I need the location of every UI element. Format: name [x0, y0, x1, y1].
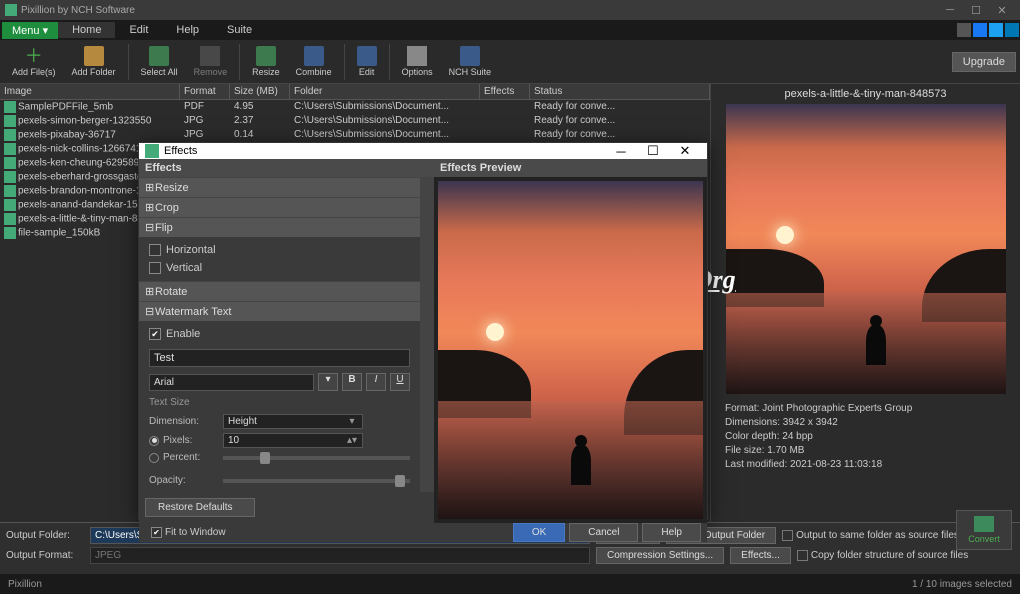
- col-size[interactable]: Size (MB): [230, 84, 290, 99]
- linkedin-icon[interactable]: [1005, 23, 1019, 37]
- pixels-radio[interactable]: [149, 436, 159, 446]
- status-selection: 1 / 10 images selected: [912, 579, 1012, 590]
- col-status[interactable]: Status: [530, 84, 710, 99]
- menu-button[interactable]: Menu ▾: [2, 22, 58, 39]
- compression-settings-button[interactable]: Compression Settings...: [596, 547, 724, 564]
- output-format-select[interactable]: JPEG: [90, 547, 590, 564]
- percent-radio[interactable]: [149, 453, 159, 463]
- effects-panel: Effects ⊞Resize ⊞Crop ⊟Flip Horizontal V…: [139, 159, 434, 523]
- restore-defaults-button[interactable]: Restore Defaults: [145, 498, 255, 517]
- image-metadata: Format: Joint Photographic Experts Group…: [715, 402, 912, 472]
- copy-folder-structure-checkbox[interactable]: Copy folder structure of source files: [797, 550, 968, 561]
- table-row[interactable]: pexels-pixabay-36717JPG0.14C:\Users\Subm…: [0, 128, 710, 142]
- flip-vertical-checkbox[interactable]: Vertical: [149, 259, 410, 277]
- tab-edit[interactable]: Edit: [115, 22, 162, 38]
- tab-home[interactable]: Home: [58, 22, 115, 38]
- help-button[interactable]: Help: [642, 523, 701, 542]
- grid-header: Image Format Size (MB) Folder Effects St…: [0, 84, 710, 100]
- ok-button[interactable]: OK: [513, 523, 565, 542]
- col-format[interactable]: Format: [180, 84, 230, 99]
- titlebar: Pixillion by NCH Software ─ ☐ ✕: [0, 0, 1020, 20]
- section-flip[interactable]: ⊟Flip: [139, 217, 420, 237]
- font-select[interactable]: Arial: [149, 374, 314, 391]
- combine-button[interactable]: Combine: [288, 44, 340, 79]
- dialog-footer: ✔Fit to Window OK Cancel Help: [139, 523, 707, 542]
- col-effects[interactable]: Effects: [480, 84, 530, 99]
- menubar: Menu ▾ Home Edit Help Suite: [0, 20, 1020, 40]
- convert-icon: [974, 516, 994, 532]
- cancel-button[interactable]: Cancel: [569, 523, 638, 542]
- toolbar: ＋Add File(s) Add Folder Select All Remov…: [0, 40, 1020, 84]
- font-dropdown-icon[interactable]: ▾: [318, 373, 338, 391]
- watermark-text-input[interactable]: [149, 349, 410, 367]
- pixels-input[interactable]: 10▴▾: [223, 433, 363, 448]
- col-image[interactable]: Image: [0, 84, 180, 99]
- bold-button[interactable]: B: [342, 373, 362, 391]
- effects-button[interactable]: Effects...: [730, 547, 791, 564]
- minimize-button[interactable]: ─: [937, 4, 963, 16]
- status-bar: Pixillion 1 / 10 images selected: [0, 574, 1020, 594]
- dimension-select[interactable]: Height▾: [223, 414, 363, 429]
- edit-button[interactable]: Edit: [349, 44, 385, 79]
- add-files-button[interactable]: ＋Add File(s): [4, 44, 64, 79]
- underline-button[interactable]: U: [390, 373, 410, 391]
- preview-image: [726, 104, 1006, 394]
- select-all-button[interactable]: Select All: [133, 44, 186, 79]
- effects-scrollbar[interactable]: [420, 177, 434, 492]
- convert-button[interactable]: Convert: [956, 510, 1012, 550]
- italic-button[interactable]: I: [366, 373, 386, 391]
- opacity-label: Opacity:: [149, 475, 219, 486]
- dialog-icon: [145, 144, 159, 158]
- dialog-title: Effects: [164, 145, 605, 157]
- status-app: Pixillion: [8, 579, 42, 590]
- section-crop[interactable]: ⊞Crop: [139, 197, 420, 217]
- table-row[interactable]: pexels-simon-berger-1323550JPG2.37C:\Use…: [0, 114, 710, 128]
- opacity-slider[interactable]: [223, 479, 410, 483]
- facebook-icon[interactable]: [973, 23, 987, 37]
- effects-dialog: Effects ─ ☐ ✕ Effects ⊞Resize ⊞Crop ⊟Fli…: [138, 142, 708, 520]
- add-folder-button[interactable]: Add Folder: [64, 44, 124, 79]
- dialog-close-button[interactable]: ✕: [669, 143, 701, 159]
- fit-to-window-checkbox[interactable]: ✔Fit to Window: [151, 527, 226, 538]
- section-resize[interactable]: ⊞Resize: [139, 177, 420, 197]
- dialog-titlebar: Effects ─ ☐ ✕: [139, 143, 707, 159]
- table-row[interactable]: SamplePDFFile_5mbPDF4.95C:\Users\Submiss…: [0, 100, 710, 114]
- dimension-label: Dimension:: [149, 416, 219, 427]
- dialog-minimize-button[interactable]: ─: [605, 144, 637, 159]
- dialog-maximize-button[interactable]: ☐: [637, 143, 669, 159]
- output-same-folder-checkbox[interactable]: Output to same folder as source files: [782, 530, 959, 541]
- maximize-button[interactable]: ☐: [963, 4, 989, 17]
- section-rotate[interactable]: ⊞Rotate: [139, 281, 420, 301]
- like-icon[interactable]: [957, 23, 971, 37]
- twitter-icon[interactable]: [989, 23, 1003, 37]
- preview-title: pexels-a-little-&-tiny-man-848573: [784, 88, 946, 100]
- watermark-enable-checkbox[interactable]: ✔Enable: [149, 325, 410, 343]
- nch-suite-button[interactable]: NCH Suite: [441, 44, 500, 79]
- app-icon: [5, 4, 17, 16]
- options-button[interactable]: Options: [394, 44, 441, 79]
- percent-slider[interactable]: [223, 456, 410, 460]
- upgrade-button[interactable]: Upgrade: [952, 52, 1016, 72]
- effects-header: Effects: [139, 159, 434, 177]
- section-watermark[interactable]: ⊟Watermark Text: [139, 301, 420, 321]
- flip-horizontal-checkbox[interactable]: Horizontal: [149, 241, 410, 259]
- output-folder-label: Output Folder:: [6, 530, 84, 541]
- preview-pane: pexels-a-little-&-tiny-man-848573 Format…: [710, 84, 1020, 522]
- resize-button[interactable]: Resize: [244, 44, 288, 79]
- preview-header: Effects Preview: [434, 159, 707, 177]
- remove-button[interactable]: Remove: [186, 44, 236, 79]
- tab-help[interactable]: Help: [162, 22, 213, 38]
- output-format-label: Output Format:: [6, 550, 84, 561]
- window-title: Pixillion by NCH Software: [21, 5, 937, 16]
- tab-suite[interactable]: Suite: [213, 22, 266, 38]
- effects-preview: [434, 177, 707, 523]
- text-size-label: Text Size: [149, 393, 410, 412]
- close-button[interactable]: ✕: [989, 4, 1015, 17]
- col-folder[interactable]: Folder: [290, 84, 480, 99]
